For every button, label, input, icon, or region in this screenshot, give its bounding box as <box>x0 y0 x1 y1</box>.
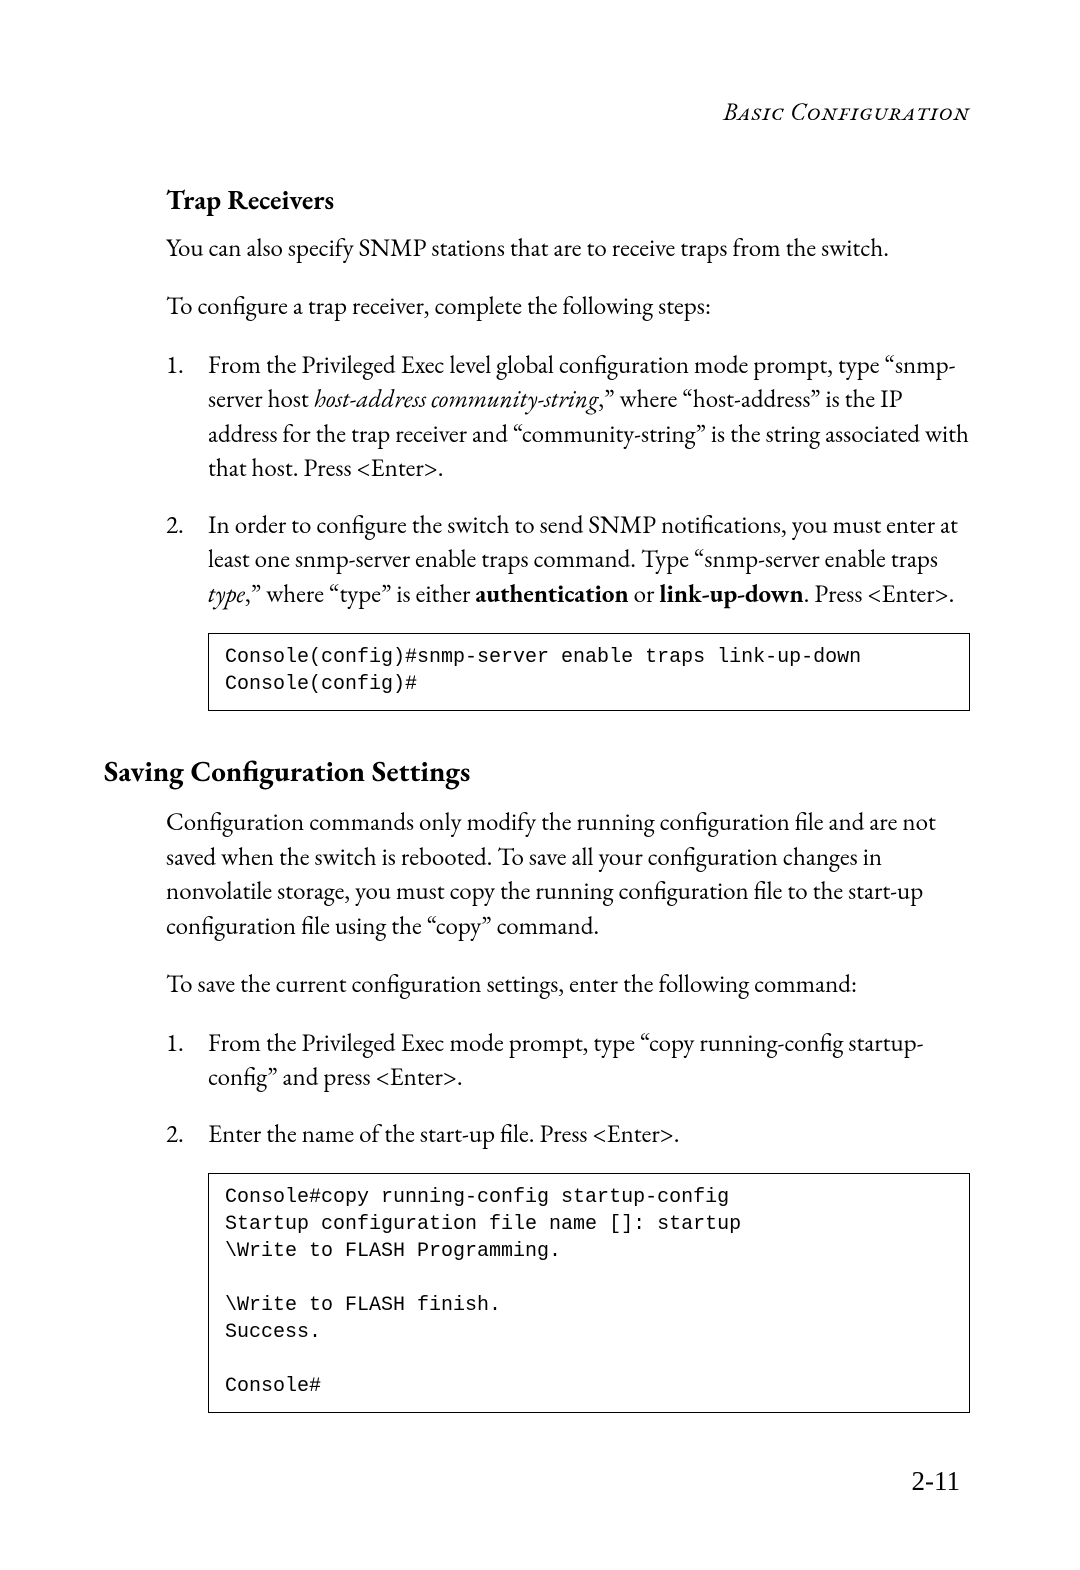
trap-step-2: 2. In order to configure the switch to s… <box>166 508 970 612</box>
command-italic: host-address community-string <box>314 383 599 415</box>
document-page: Basic Configuration Trap Receivers You c… <box>0 0 1080 1570</box>
step-text: From the Privileged Exec mode prompt, ty… <box>208 1027 924 1094</box>
step-text: In order to configure the switch to send… <box>208 509 958 576</box>
trap-step-1: 1. From the Privileged Exec level global… <box>166 348 970 486</box>
trap-paragraph-2: To configure a trap receiver, complete t… <box>166 289 970 324</box>
save-heading: Saving Configuration Settings <box>104 751 970 791</box>
running-head: Basic Configuration <box>104 95 970 130</box>
trap-steps: 1. From the Privileged Exec level global… <box>166 348 970 612</box>
trap-code-box: Console(config)#snmp-server enable traps… <box>208 633 970 711</box>
save-step-2: 2. Enter the name of the start-up file. … <box>166 1117 970 1152</box>
save-step-1: 1. From the Privileged Exec mode prompt,… <box>166 1026 970 1095</box>
trap-heading: Trap Receivers <box>166 182 970 219</box>
step-number: 1. <box>166 1026 196 1061</box>
step-text: or <box>629 578 660 610</box>
keyword-bold: authentication <box>475 578 628 610</box>
save-steps: 1. From the Privileged Exec mode prompt,… <box>166 1026 970 1152</box>
step-number: 1. <box>166 348 196 383</box>
save-section: Configuration commands only modify the r… <box>104 805 970 1413</box>
trap-section: Trap Receivers You can also specify SNMP… <box>104 182 970 712</box>
save-code-box: Console#copy running-config startup-conf… <box>208 1173 970 1413</box>
step-text: . Press <Enter>. <box>804 578 955 610</box>
command-italic: type <box>208 578 245 610</box>
step-text: Enter the name of the start-up file. Pre… <box>208 1118 680 1150</box>
step-text: ,” where “type” is either <box>245 578 475 610</box>
keyword-bold: link-up-down <box>659 578 803 610</box>
trap-paragraph-1: You can also specify SNMP stations that … <box>166 231 970 266</box>
page-number: 2-11 <box>912 1463 961 1500</box>
step-number: 2. <box>166 508 196 543</box>
save-paragraph-1: Configuration commands only modify the r… <box>166 805 970 943</box>
step-number: 2. <box>166 1117 196 1152</box>
save-paragraph-2: To save the current configuration settin… <box>166 967 970 1002</box>
